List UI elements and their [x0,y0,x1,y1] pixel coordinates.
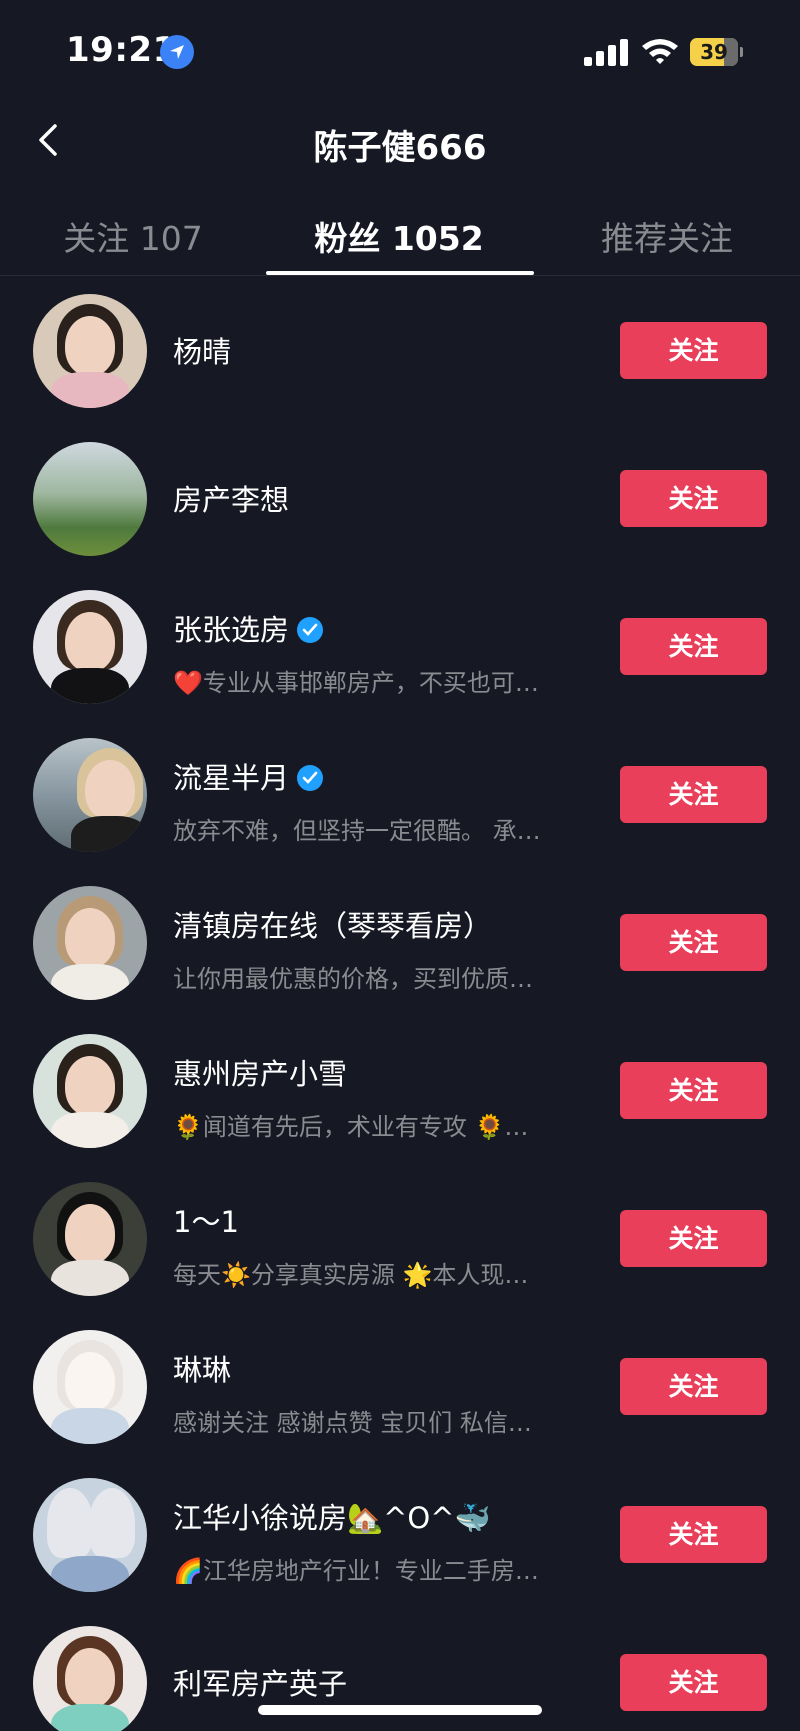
cellular-signal-icon [584,38,628,66]
list-item[interactable]: 1～1 每天☀️分享真实房源 🌟本人现… 关注 [0,1165,800,1313]
follow-button[interactable]: 关注 [620,1358,767,1415]
follower-name[interactable]: 清镇房在线（琴琴看房） [173,903,492,945]
follower-bio: 每天☀️分享真实房源 🌟本人现… [173,1261,529,1289]
follow-button[interactable]: 关注 [620,470,767,527]
list-item[interactable]: 清镇房在线（琴琴看房） 让你用最优惠的价格，买到优质… 关注 [0,869,800,1017]
active-tab-indicator [266,271,534,275]
tab-recommended[interactable]: 推荐关注 [534,212,800,260]
follow-button[interactable]: 关注 [620,914,767,971]
list-item[interactable]: 流星半月 放弃不难，但坚持一定很酷。 承… 关注 [0,721,800,869]
follower-name[interactable]: 张张选房 [173,607,324,649]
wifi-icon [640,36,680,66]
battery-level: 39 [700,40,728,64]
follower-name-text: 流星半月 [173,761,290,795]
follower-name[interactable]: 利军房产英子 [173,1661,347,1703]
follow-button[interactable]: 关注 [620,322,767,379]
follow-button[interactable]: 关注 [620,1210,767,1267]
follow-button[interactable]: 关注 [620,1654,767,1711]
list-item[interactable]: 房产李想 关注 [0,425,800,573]
avatar[interactable] [33,442,147,556]
avatar[interactable] [33,1182,147,1296]
avatar[interactable] [33,1330,147,1444]
status-bar: 19:21 39 [0,0,800,100]
avatar[interactable] [33,590,147,704]
follower-name[interactable]: 琳琳 [173,1347,231,1389]
follow-button[interactable]: 关注 [620,1506,767,1563]
follower-name[interactable]: 1～1 [173,1199,239,1241]
avatar[interactable] [33,738,147,852]
list-item[interactable]: 惠州房产小雪 🌻闻道有先后，术业有专攻 🌻… 关注 [0,1017,800,1165]
avatar[interactable] [33,1034,147,1148]
follower-bio: 🌈江华房地产行业！专业二手房… [173,1557,539,1585]
tab-followers[interactable]: 粉丝 1052 [266,212,532,260]
follower-bio: 🌻闻道有先后，术业有专攻 🌻… [173,1113,529,1141]
avatar[interactable] [33,1626,147,1731]
follower-name[interactable]: 惠州房产小雪 [173,1051,347,1093]
list-item[interactable]: 琳琳 感谢关注 感谢点赞 宝贝们 私信… 关注 [0,1313,800,1461]
verified-icon [297,617,324,643]
follower-name[interactable]: 江华小徐说房🏡^O^🐳 [173,1495,491,1537]
follower-name[interactable]: 流星半月 [173,755,324,797]
follower-name-text: 张张选房 [173,613,290,647]
follower-bio: ❤️专业从事邯郸房产，不买也可… [173,669,539,697]
location-arrow-icon [160,35,194,69]
battery-icon: 39 [690,38,743,66]
list-item[interactable]: 杨晴 关注 [0,277,800,425]
tab-bar: 关注 107 粉丝 1052 推荐关注 [0,200,800,276]
list-item[interactable]: 张张选房 ❤️专业从事邯郸房产，不买也可… 关注 [0,573,800,721]
avatar[interactable] [33,294,147,408]
verified-icon [297,765,324,791]
follower-list: 杨晴 关注 房产李想 关注 张张选房 ❤️专业从事邯郸房产，不买也可… 关注 流… [0,277,800,1731]
follower-bio: 让你用最优惠的价格，买到优质… [173,965,533,993]
follow-button[interactable]: 关注 [620,1062,767,1119]
avatar[interactable] [33,1478,147,1592]
follower-bio: 感谢关注 感谢点赞 宝贝们 私信… [173,1409,532,1437]
follow-button[interactable]: 关注 [620,618,767,675]
follower-name[interactable]: 房产李想 [173,477,289,519]
list-item[interactable]: 江华小徐说房🏡^O^🐳 🌈江华房地产行业！专业二手房… 关注 [0,1461,800,1609]
home-indicator[interactable] [258,1705,542,1715]
page-title: 陈子健666 [313,128,487,168]
follower-name[interactable]: 杨晴 [173,329,231,371]
follow-button[interactable]: 关注 [620,766,767,823]
follower-bio: 放弃不难，但坚持一定很酷。 承… [173,817,541,845]
tab-following[interactable]: 关注 107 [0,212,266,260]
avatar[interactable] [33,886,147,1000]
